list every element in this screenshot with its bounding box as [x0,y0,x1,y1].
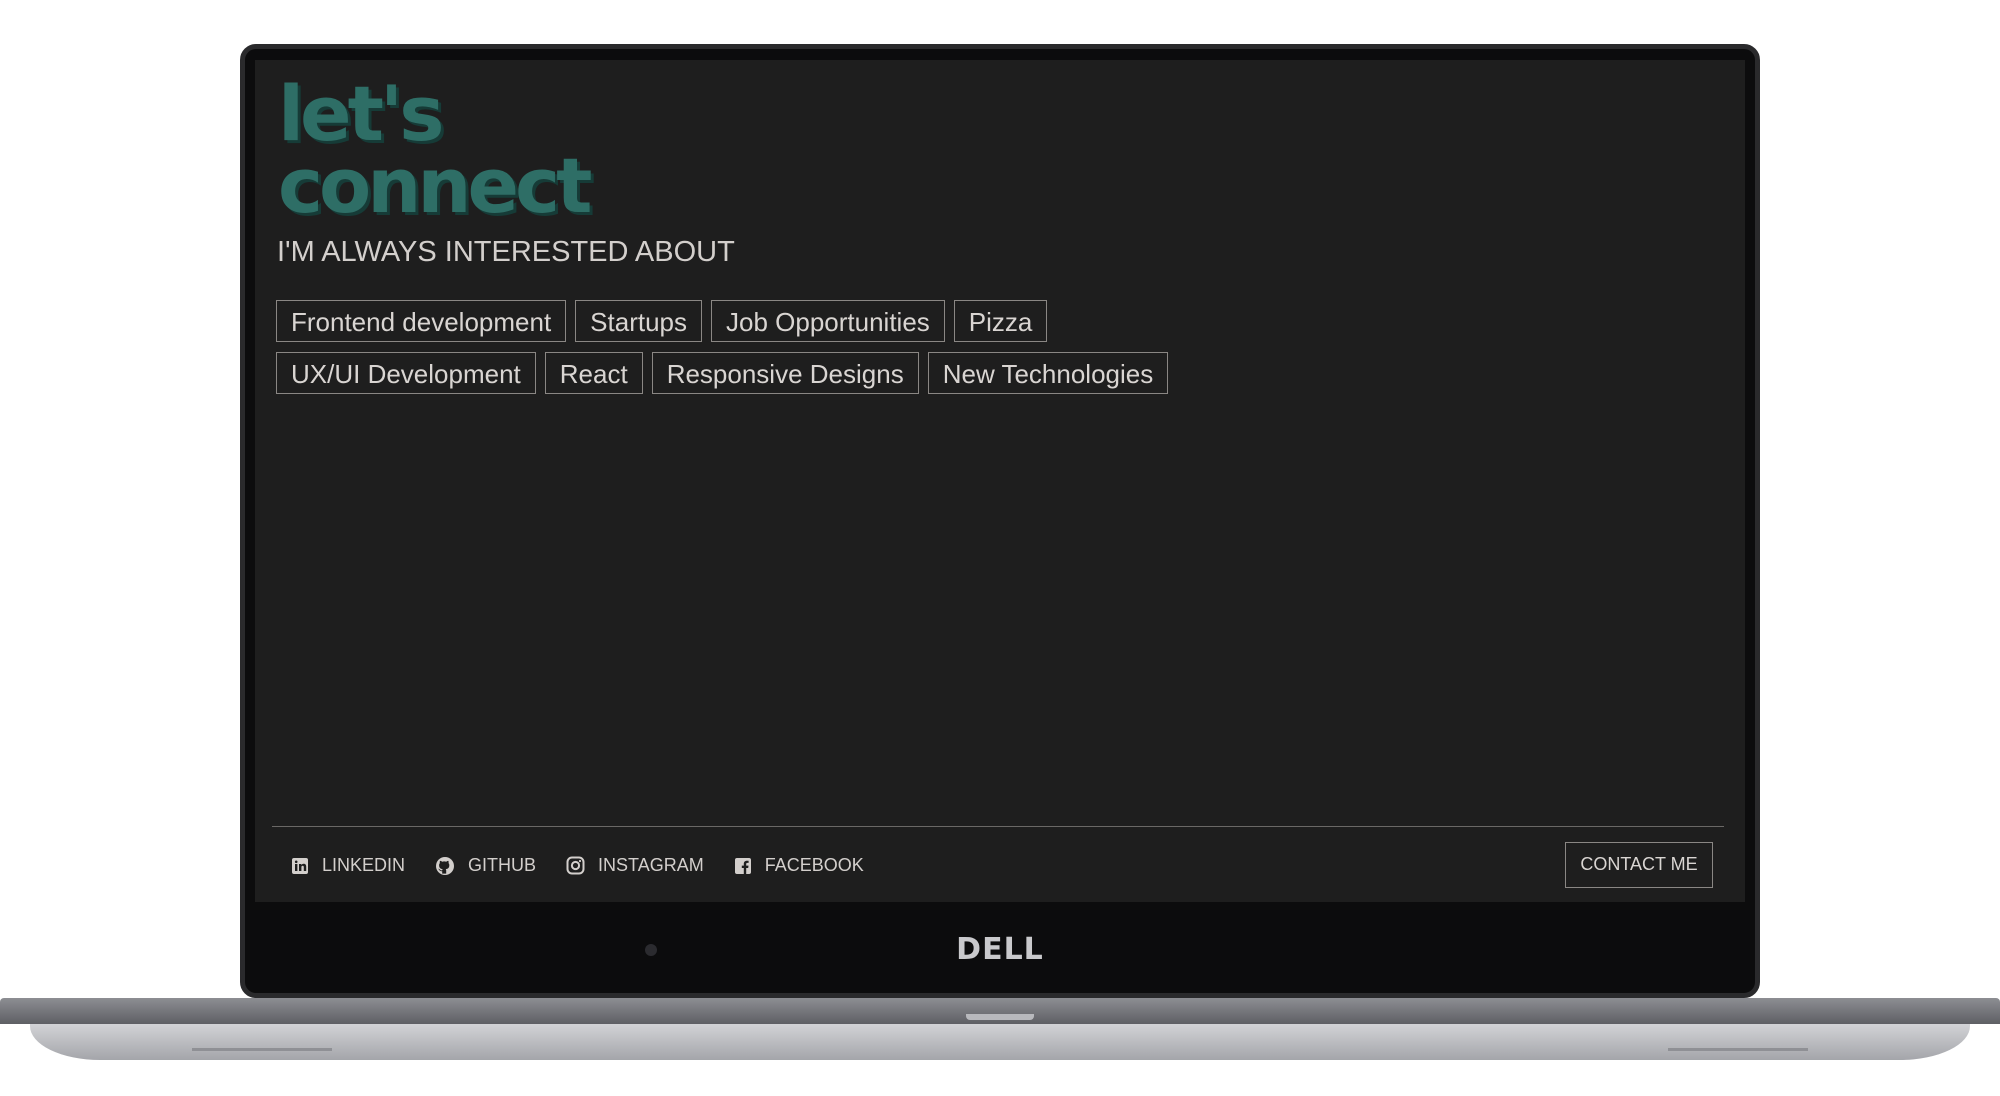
github-icon [435,856,455,876]
social-link-label: GITHUB [468,855,537,875]
footer-divider [272,826,1724,827]
tag-startups[interactable]: Startups [575,300,702,342]
tag-pizza[interactable]: Pizza [953,300,1048,342]
tag-row: Frontend development Startups Job Opport… [276,300,1276,342]
laptop-notch [966,1014,1034,1020]
screen: let's connect I'M ALWAYS INTERESTED ABOU… [255,60,1745,902]
logo-line-1: let's [278,69,444,158]
social-link-linkedin[interactable]: LINKEDIN [291,855,405,876]
tag-new-technologies[interactable]: New Technologies [927,352,1169,394]
lets-connect-logo: let's connect [278,69,618,230]
laptop-foot-left [192,1048,332,1051]
social-link-github[interactable]: GITHUB [435,855,536,876]
tag-responsive-designs[interactable]: Responsive Designs [651,352,919,394]
webcam-dot [645,944,657,956]
tag-job-opportunities[interactable]: Job Opportunities [711,300,945,342]
facebook-icon [734,857,752,875]
laptop-foot-right [1668,1048,1808,1051]
social-link-facebook[interactable]: FACEBOOK [734,855,864,876]
laptop-hinge [0,998,2000,1024]
tag-ux-ui-development[interactable]: UX/UI Development [276,352,536,394]
laptop-base [0,998,2000,1062]
tag-frontend-development[interactable]: Frontend development [276,300,567,342]
social-links: LINKEDIN GITHUB INSTAGRAM FACEBOOK [291,855,864,876]
interest-tags: Frontend development Startups Job Opport… [276,300,1276,404]
instagram-icon [566,856,585,875]
social-link-label: INSTAGRAM [598,855,704,875]
social-link-label: FACEBOOK [764,855,864,875]
interests-heading: I'M ALWAYS INTERESTED ABOUT [277,236,735,268]
laptop-brand-logo: DELL [956,932,1044,967]
contact-me-button[interactable]: CONTACT ME [1565,842,1713,888]
social-link-label: LINKEDIN [322,855,406,875]
tag-row: UX/UI Development React Responsive Desig… [276,352,1276,394]
logo-line-2: connect [278,141,592,230]
social-link-instagram[interactable]: INSTAGRAM [566,855,704,876]
tag-react[interactable]: React [544,352,643,394]
linkedin-icon [291,857,309,875]
laptop-deck [30,1024,1970,1060]
